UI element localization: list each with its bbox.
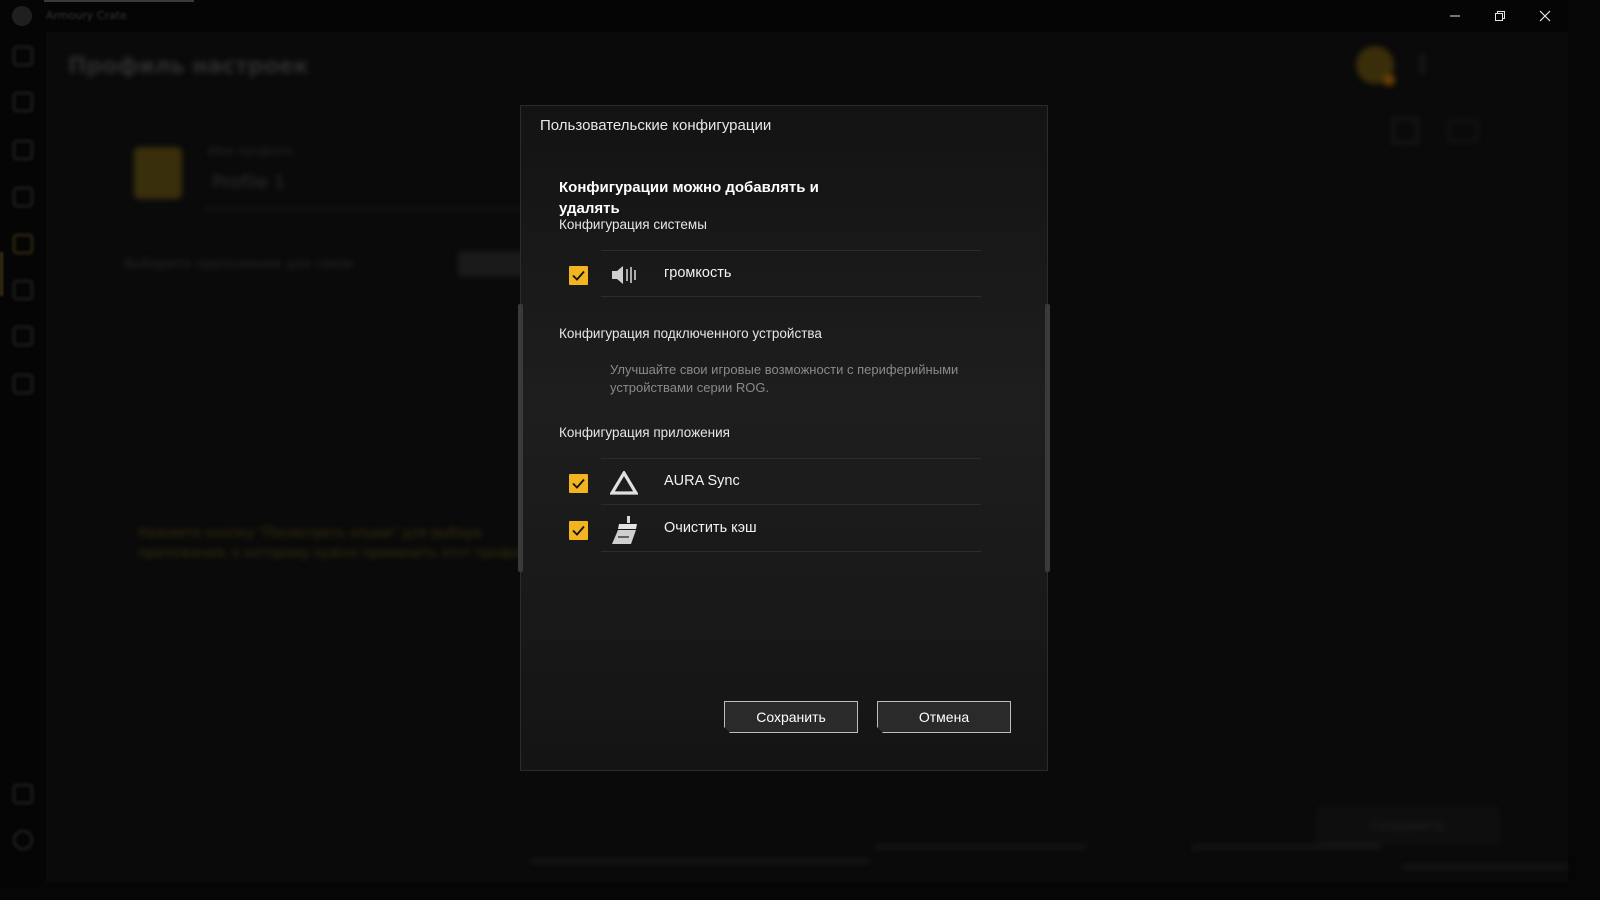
app-window: Armoury Crate Профиль настроек Имя профи…	[0, 0, 1568, 882]
dialog-title: Пользовательские конфигурации	[540, 117, 772, 134]
featured-icon[interactable]	[13, 280, 33, 300]
dialog-decoration-right	[1045, 304, 1050, 572]
edit-icon[interactable]	[1392, 118, 1418, 144]
home-icon[interactable]	[13, 46, 33, 66]
aura-sync-checkbox[interactable]	[569, 473, 588, 493]
volume-label: громкость	[664, 265, 732, 281]
restore-button[interactable]	[1477, 0, 1523, 32]
settings-icon[interactable]	[13, 830, 33, 850]
dialog-decoration-left	[518, 304, 523, 572]
speaker-icon[interactable]	[13, 140, 33, 160]
undo-icon[interactable]	[1448, 120, 1478, 142]
profile-name-label: Имя профиля	[208, 144, 293, 158]
dialog-heading: Конфигурации можно добавлять и удалять	[559, 179, 819, 217]
config-row-volume[interactable]: громкость	[569, 258, 989, 292]
volume-checkbox[interactable]	[569, 265, 588, 285]
aura-sync-icon	[609, 470, 639, 496]
game-library-icon[interactable]	[13, 187, 33, 207]
user-icon[interactable]	[13, 784, 33, 804]
divider	[601, 458, 981, 459]
device-icon[interactable]	[13, 92, 33, 112]
scenario-profile-icon[interactable]	[13, 234, 33, 254]
sidebar	[0, 32, 46, 882]
device-config-message: Улучшайте свои игровые возможности с пер…	[610, 362, 959, 395]
save-button[interactable]: Сохранить	[724, 701, 858, 733]
sidebar-active-indicator	[0, 252, 3, 296]
profile-logo	[134, 147, 182, 199]
config-row-clear-cache[interactable]: Очистить кэш	[569, 513, 989, 547]
profile-name-underline	[204, 208, 524, 210]
clear-cache-checkbox[interactable]	[569, 520, 588, 540]
close-icon	[1539, 10, 1551, 22]
close-button[interactable]	[1522, 0, 1568, 32]
background-stripe	[530, 858, 870, 864]
select-app-label: Выберите приложение для связи	[124, 257, 354, 272]
profile-name-field[interactable]: Profile 1	[212, 172, 285, 193]
news-icon[interactable]	[13, 326, 33, 346]
broom-icon	[609, 516, 639, 544]
system-config-title: Конфигурация системы	[559, 217, 707, 232]
title-bar: Armoury Crate	[0, 0, 1568, 32]
app-config-title: Конфигурация приложения	[559, 425, 730, 440]
clear-cache-label: Очистить кэш	[664, 520, 757, 536]
title-bar-accent	[44, 0, 194, 2]
hint-text: Нажмите кнопку "Посмотреть опции" для вы…	[138, 526, 536, 561]
background-stripe	[876, 844, 1086, 850]
background-stripe	[1192, 844, 1382, 850]
config-row-aura-sync[interactable]: AURA Sync	[569, 466, 989, 500]
checkmark-icon	[572, 270, 585, 281]
divider	[601, 504, 981, 505]
checkmark-icon	[572, 478, 585, 489]
notification-badge	[1383, 74, 1395, 86]
page-title: Профиль настроек	[68, 54, 309, 79]
view-options-button[interactable]	[458, 251, 528, 277]
cancel-button[interactable]: Отмена	[877, 701, 1011, 733]
more-menu-icon[interactable]	[1420, 54, 1424, 74]
minimize-icon	[1450, 15, 1460, 17]
folder-icon[interactable]	[13, 374, 33, 394]
app-logo-icon	[12, 6, 32, 26]
checkmark-icon	[572, 525, 585, 536]
volume-icon	[609, 262, 639, 288]
background-save-button[interactable]: Сохранить	[1318, 808, 1498, 844]
aura-sync-label: AURA Sync	[664, 473, 740, 489]
background-stripe	[1402, 864, 1568, 870]
divider	[601, 296, 981, 297]
app-title: Armoury Crate	[46, 9, 127, 22]
restore-icon	[1495, 11, 1505, 21]
custom-config-dialog: Пользовательские конфигурации Конфигурац…	[518, 105, 1050, 771]
minimize-button[interactable]	[1432, 0, 1478, 32]
divider	[601, 551, 981, 552]
divider	[601, 250, 981, 251]
device-config-title: Конфигурация подключенного устройства	[559, 326, 822, 341]
